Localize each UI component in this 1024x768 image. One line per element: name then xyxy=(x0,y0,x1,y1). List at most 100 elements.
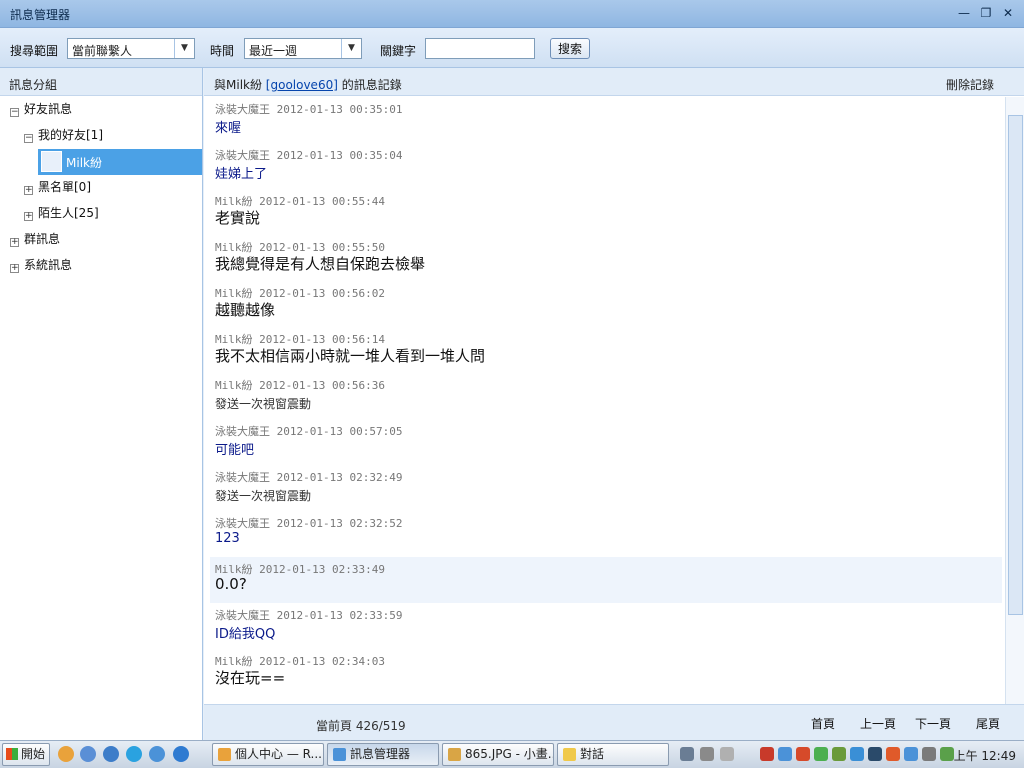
delete-records-button[interactable]: 刪除記錄 xyxy=(946,76,994,93)
scope-select[interactable]: 當前聯繫人 ▼ xyxy=(67,38,195,59)
windows-logo-icon xyxy=(6,748,18,760)
avatar xyxy=(41,151,62,172)
message-meta: 泳裝大魔王 2012-01-13 00:35:01 xyxy=(215,103,403,116)
message-item: 泳裝大魔王 2012-01-13 02:33:59 ID給我QQ xyxy=(210,603,1002,649)
tray-icon[interactable] xyxy=(940,747,954,761)
close-button[interactable]: ✕ xyxy=(1001,6,1015,20)
media-player-icon[interactable] xyxy=(80,746,96,762)
tray-icon[interactable] xyxy=(680,747,694,761)
prev-page-button[interactable]: 上一頁 xyxy=(860,715,896,732)
tree-item-strangers[interactable]: + 陌生人[25] xyxy=(24,201,99,225)
taskbar: 開始 個人中心 — R... 訊息管理器 865.JPG - 小畫... 對話 … xyxy=(0,740,1024,768)
collapse-icon[interactable]: − xyxy=(10,108,19,117)
pager: 當前頁 426/519 首頁 上一頁 下一頁 尾頁 xyxy=(204,704,1024,740)
message-meta: 泳裝大魔王 2012-01-13 00:35:04 xyxy=(215,149,403,162)
log-title-prefix: 與Milk紛 xyxy=(214,78,266,92)
first-page-button[interactable]: 首頁 xyxy=(811,715,835,732)
tree-item-groups[interactable]: + 群訊息 xyxy=(10,227,60,251)
log-title: 與Milk紛 [goolove60] 的訊息記錄 xyxy=(214,76,402,93)
message-manager-window: 訊息管理器 — ❐ ✕ 搜尋範圍 當前聯繫人 ▼ 時間 最近一週 ▼ 關鍵字 搜… xyxy=(0,0,1024,740)
app-icon[interactable] xyxy=(103,746,119,762)
task-message-manager[interactable]: 訊息管理器 xyxy=(327,743,439,766)
qq-icon[interactable] xyxy=(796,747,810,761)
tray-icon[interactable] xyxy=(904,747,918,761)
tree-item-system[interactable]: + 系統訊息 xyxy=(10,253,72,277)
message-text: 發送一次視窗震動 xyxy=(215,397,312,411)
message-item: Milk紛 2012-01-13 00:56:36 發送一次視窗震動 xyxy=(210,373,1002,419)
last-page-button[interactable]: 尾頁 xyxy=(976,715,1000,732)
chrome-icon[interactable] xyxy=(58,746,74,762)
time-select[interactable]: 最近一週 ▼ xyxy=(244,38,362,59)
message-item: Milk紛 2012-01-13 00:55:50 我總覺得是有人想自保跑去檢舉 xyxy=(210,235,1002,281)
message-meta: Milk紛 2012-01-13 00:56:36 xyxy=(215,379,385,392)
message-text: 我不太相信兩小時就一堆人看到一堆人問 xyxy=(215,347,486,365)
scroll-thumb[interactable] xyxy=(1008,115,1023,615)
collapse-icon[interactable]: − xyxy=(24,134,33,143)
search-button[interactable]: 搜索 xyxy=(550,38,590,59)
chat-icon[interactable] xyxy=(149,746,165,762)
tray-icon[interactable] xyxy=(778,747,792,761)
message-item: Milk紛 2012-01-13 00:55:44 老實說 xyxy=(210,189,1002,235)
task-personal-center[interactable]: 個人中心 — R... xyxy=(212,743,324,766)
tray-icon[interactable] xyxy=(868,747,882,761)
message-meta: 泳裝大魔王 2012-01-13 00:57:05 xyxy=(215,425,403,438)
tree-item-friends[interactable]: − 好友訊息 xyxy=(10,97,72,121)
tree-item-my-friends[interactable]: − 我的好友[1] xyxy=(24,123,103,147)
expand-icon[interactable]: + xyxy=(24,186,33,195)
message-list: 泳裝大魔王 2012-01-13 00:35:01 來喔 泳裝大魔王 2012-01… xyxy=(204,97,1005,704)
restore-button[interactable]: ❐ xyxy=(979,6,993,20)
next-page-button[interactable]: 下一頁 xyxy=(915,715,951,732)
message-item: Milk紛 2012-01-13 02:34:03 沒在玩== xyxy=(210,649,1002,695)
vertical-scrollbar[interactable] xyxy=(1005,97,1024,704)
log-header: 與Milk紛 [goolove60] 的訊息記錄 刪除記錄 xyxy=(204,68,1024,96)
tray-icon[interactable] xyxy=(832,747,846,761)
expand-icon[interactable]: + xyxy=(10,238,19,247)
message-item: 泳裝大魔王 2012-01-13 02:32:49 發送一次視窗震動 xyxy=(210,465,1002,511)
message-item: 泳裝大魔王 2012-01-13 00:35:04 娃娣上了 xyxy=(210,143,1002,189)
message-text: ID給我QQ xyxy=(215,627,276,642)
keyword-input[interactable] xyxy=(425,38,535,59)
task-label: 865.JPG - 小畫... xyxy=(465,747,554,761)
message-meta: 泳裝大魔王 2012-01-13 02:32:49 xyxy=(215,471,403,484)
chat-icon xyxy=(333,748,346,761)
tray-icon[interactable] xyxy=(886,747,900,761)
task-label: 個人中心 — R... xyxy=(235,747,322,761)
message-log-panel: 與Milk紛 [goolove60] 的訊息記錄 刪除記錄 泳裝大魔王 2012… xyxy=(204,68,1024,740)
tree-label: 系統訊息 xyxy=(24,258,73,272)
task-paint[interactable]: 865.JPG - 小畫... xyxy=(442,743,554,766)
internet-explorer-icon[interactable] xyxy=(173,746,189,762)
message-meta: 泳裝大魔王 2012-01-13 02:32:52 xyxy=(215,517,403,530)
tree-item-contact-selected[interactable]: Milk紛 xyxy=(38,149,202,175)
scope-value: 當前聯繫人 xyxy=(72,44,133,58)
contact-id-link[interactable]: [goolove60] xyxy=(266,78,338,92)
tray-icon[interactable] xyxy=(700,747,714,761)
message-text: 可能吧 xyxy=(215,443,255,458)
chevron-down-icon[interactable]: ▼ xyxy=(174,39,194,58)
task-folder[interactable]: 對話 xyxy=(557,743,669,766)
sidebar-header: 訊息分組 xyxy=(0,68,202,96)
tray-icon[interactable] xyxy=(760,747,774,761)
chevron-down-icon[interactable]: ▼ xyxy=(341,39,361,58)
message-item: 泳裝大魔王 2012-01-13 00:35:01 來喔 xyxy=(210,97,1002,143)
task-label: 對話 xyxy=(580,747,605,761)
tree-label: 好友訊息 xyxy=(24,102,73,116)
expand-icon[interactable]: + xyxy=(10,264,19,273)
scope-label: 搜尋範圍 xyxy=(10,44,59,58)
message-text: 沒在玩== xyxy=(215,669,286,687)
time-value: 最近一週 xyxy=(249,44,298,58)
tray-icon[interactable] xyxy=(720,747,734,761)
tray-icon[interactable] xyxy=(814,747,828,761)
tree-item-blacklist[interactable]: + 黑名單[0] xyxy=(24,175,91,199)
start-button[interactable]: 開始 xyxy=(2,743,50,766)
expand-icon[interactable]: + xyxy=(24,212,33,221)
skype-icon[interactable] xyxy=(126,746,142,762)
current-page: 當前頁 426/519 xyxy=(316,719,406,733)
time-label: 時間 xyxy=(210,44,235,58)
message-text: 老實說 xyxy=(215,209,261,227)
minimize-button[interactable]: — xyxy=(957,6,971,20)
tray-icon[interactable] xyxy=(922,747,936,761)
tree-label: 我的好友[1] xyxy=(38,128,103,142)
message-meta: 泳裝大魔王 2012-01-13 02:33:59 xyxy=(215,609,403,622)
window-title: 訊息管理器 xyxy=(10,8,71,22)
tray-icon[interactable] xyxy=(850,747,864,761)
